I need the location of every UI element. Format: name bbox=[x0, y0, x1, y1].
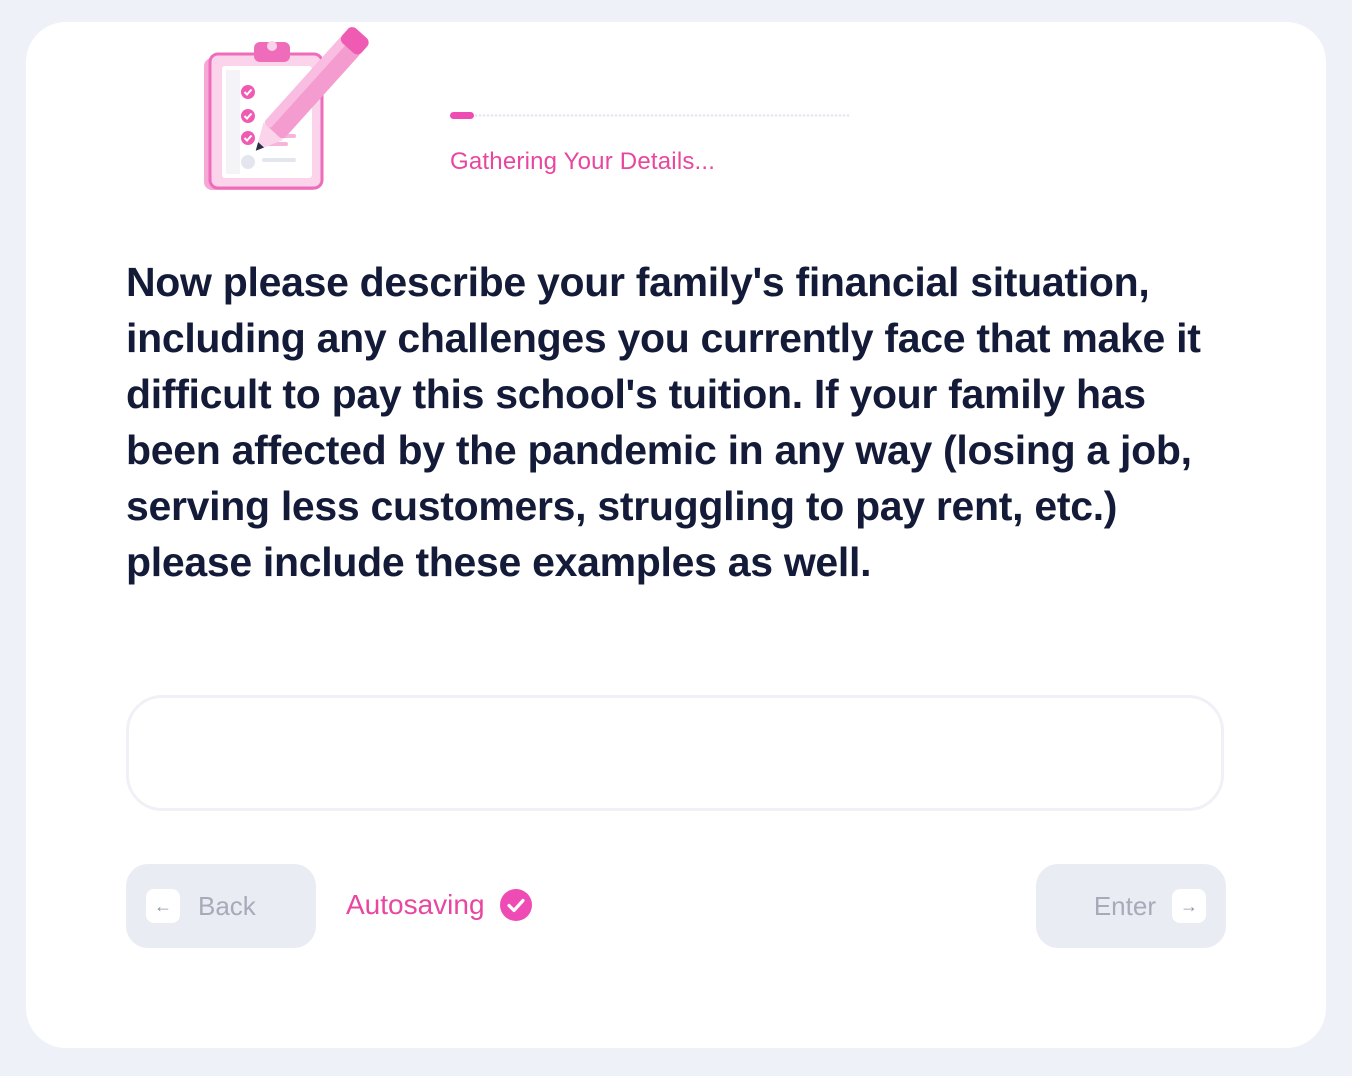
clipboard-checklist-pencil-icon bbox=[200, 22, 410, 222]
back-arrow-icon: ← bbox=[146, 889, 180, 923]
question-card: Gathering Your Details... Now please des… bbox=[26, 22, 1326, 1048]
enter-button[interactable]: Enter → bbox=[1036, 864, 1226, 948]
question-text: Now please describe your family's financ… bbox=[126, 259, 1201, 585]
progress-bar bbox=[450, 112, 850, 120]
progress-stage-label: Gathering Your Details... bbox=[450, 148, 716, 175]
back-button[interactable]: ← Back bbox=[126, 864, 316, 948]
autosave-label: Autosaving bbox=[346, 889, 485, 920]
back-button-label: Back bbox=[198, 890, 256, 921]
enter-button-label: Enter bbox=[1093, 890, 1156, 921]
enter-arrow-icon: → bbox=[1172, 889, 1206, 923]
answer-textarea[interactable] bbox=[126, 695, 1224, 811]
progress-fill bbox=[450, 112, 474, 119]
autosave-status: Autosaving bbox=[346, 888, 533, 922]
check-circle-icon bbox=[499, 888, 533, 922]
progress-track bbox=[450, 114, 850, 117]
